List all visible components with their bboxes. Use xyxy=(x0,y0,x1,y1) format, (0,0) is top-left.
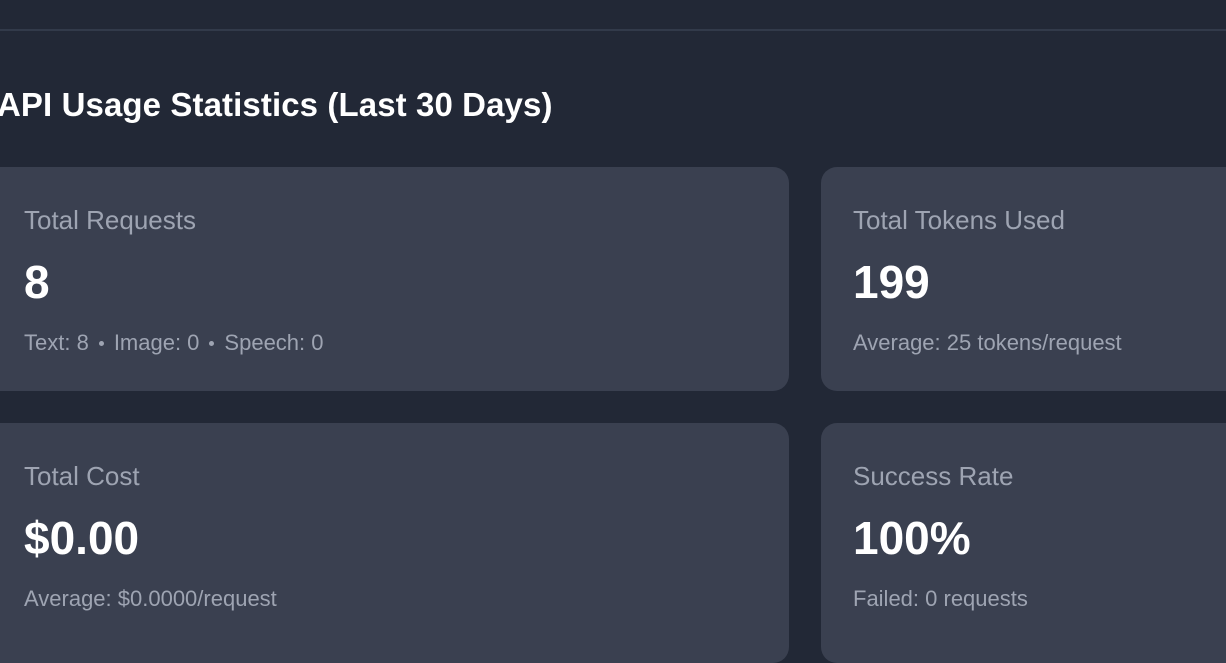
top-divider xyxy=(0,29,1226,31)
average-cost-text: Average: $0.0000/request xyxy=(24,586,277,611)
total-cost-card: Total Cost $0.00 Average: $0.0000/reques… xyxy=(0,423,789,663)
total-requests-value: 8 xyxy=(24,256,50,308)
average-tokens-text: Average: 25 tokens/request xyxy=(853,330,1122,355)
bullet-separator xyxy=(209,340,215,346)
failed-requests-text: Failed: 0 requests xyxy=(853,586,1028,611)
text-requests-count: Text: 8 xyxy=(24,330,89,355)
section-title: API Usage Statistics (Last 30 Days) xyxy=(0,86,553,123)
success-rate-value: 100% xyxy=(853,512,971,564)
image-requests-count: Image: 0 xyxy=(113,330,200,355)
total-cost-label: Total Cost xyxy=(24,461,140,491)
total-tokens-card: Total Tokens Used 199 Average: 25 tokens… xyxy=(821,167,1226,391)
total-cost-value: $0.00 xyxy=(24,512,140,564)
total-tokens-label: Total Tokens Used xyxy=(853,205,1065,235)
request-type-breakdown: Text: 8 Image: 0 Speech: 0 xyxy=(24,330,324,356)
success-rate-card: Success Rate 100% Failed: 0 requests xyxy=(821,423,1226,663)
bullet-separator xyxy=(98,340,104,346)
success-rate-label: Success Rate xyxy=(853,461,1014,491)
speech-requests-count: Speech: 0 xyxy=(224,330,324,355)
total-requests-label: Total Requests xyxy=(24,205,196,235)
total-tokens-value: 199 xyxy=(853,256,930,308)
total-requests-card: Total Requests 8 Text: 8 Image: 0 Speech… xyxy=(0,167,789,391)
